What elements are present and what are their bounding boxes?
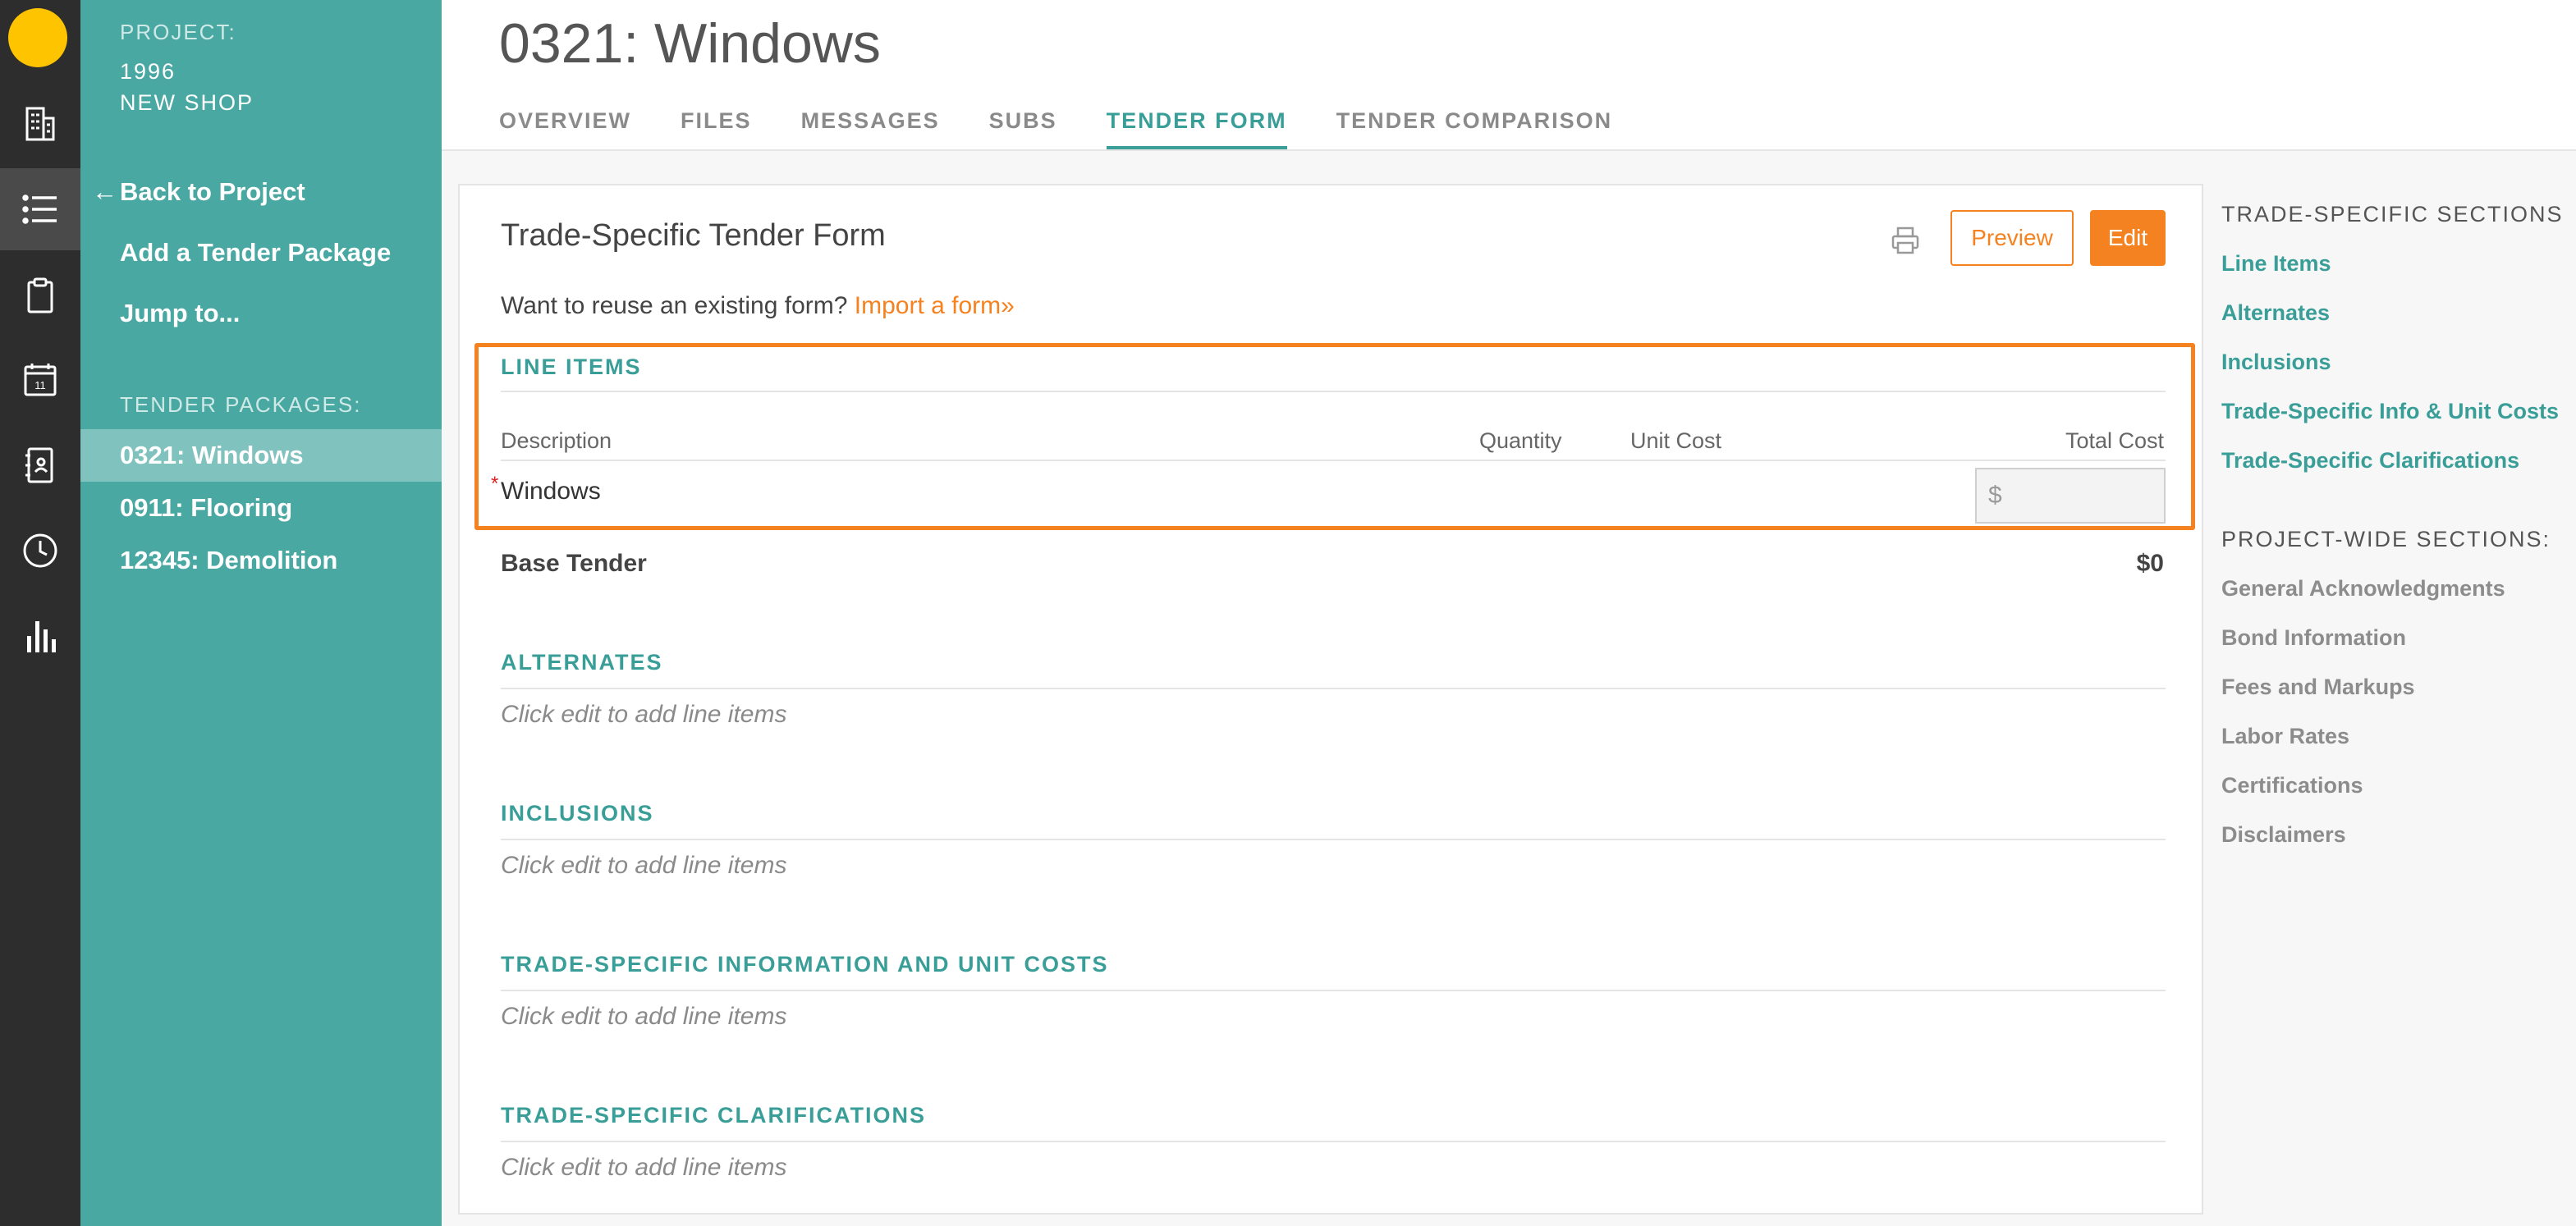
trade-info-heading: TRADE-SPECIFIC INFORMATION AND UNIT COST… bbox=[501, 952, 1109, 977]
currency-placeholder: $ bbox=[1988, 482, 2002, 509]
nav-link-trade-info[interactable]: Trade-Specific Info & Unit Costs bbox=[2221, 399, 2559, 424]
inclusions-empty-hint: Click edit to add line items bbox=[501, 852, 787, 879]
required-marker: * bbox=[491, 473, 499, 495]
base-tender-value: $0 bbox=[2136, 550, 2164, 577]
nav-link-fees-markups[interactable]: Fees and Markups bbox=[2221, 675, 2415, 700]
tab-tender-form[interactable]: TENDER FORM bbox=[1106, 108, 1287, 151]
section-divider bbox=[501, 1141, 2166, 1142]
table-header-divider bbox=[501, 460, 2166, 461]
tender-package-item[interactable]: 0321: Windows bbox=[80, 429, 442, 482]
clarifications-empty-hint: Click edit to add line items bbox=[501, 1154, 787, 1181]
column-header-total-cost: Total Cost bbox=[2065, 428, 2164, 453]
nav-link-trade-clarifications[interactable]: Trade-Specific Clarifications bbox=[2221, 448, 2519, 473]
section-divider bbox=[501, 391, 2166, 392]
total-cost-input[interactable]: $ bbox=[1975, 468, 2166, 524]
column-header-unit-cost: Unit Cost bbox=[1630, 428, 1722, 453]
print-icon[interactable] bbox=[1890, 225, 1921, 256]
form-title: Trade-Specific Tender Form bbox=[501, 218, 886, 253]
project-label: PROJECT: bbox=[120, 20, 236, 44]
column-header-description: Description bbox=[501, 428, 612, 453]
logo-icon[interactable] bbox=[8, 8, 67, 67]
reuse-text: Want to reuse an existing form? bbox=[501, 292, 848, 319]
section-divider bbox=[501, 688, 2166, 689]
project-sections-heading: PROJECT-WIDE SECTIONS: bbox=[2221, 527, 2551, 551]
clipboard-icon[interactable] bbox=[0, 254, 80, 336]
inclusions-heading: INCLUSIONS bbox=[501, 801, 654, 826]
project-name: NEW SHOP bbox=[120, 90, 254, 115]
tab-overview[interactable]: OVERVIEW bbox=[499, 108, 631, 151]
nav-link-line-items[interactable]: Line Items bbox=[2221, 251, 2331, 277]
alternates-heading: ALTERNATES bbox=[501, 650, 663, 675]
calendar-day: 11 bbox=[34, 379, 46, 391]
contacts-book-icon[interactable] bbox=[0, 424, 80, 506]
line-items-heading: LINE ITEMS bbox=[501, 355, 642, 379]
nav-link-inclusions[interactable]: Inclusions bbox=[2221, 350, 2331, 375]
nav-link-bond-information[interactable]: Bond Information bbox=[2221, 625, 2406, 651]
import-form-link[interactable]: Import a form» bbox=[855, 292, 1015, 319]
tab-files[interactable]: FILES bbox=[681, 108, 752, 151]
nav-link-certifications[interactable]: Certifications bbox=[2221, 773, 2363, 798]
list-icon[interactable] bbox=[0, 168, 80, 250]
arrow-left-icon: ← bbox=[92, 177, 117, 206]
project-sidebar: PROJECT: 1996 NEW SHOP ← Back to Project… bbox=[80, 0, 442, 1226]
tender-package-item[interactable]: 0911: Flooring bbox=[80, 482, 442, 534]
nav-link-disclaimers[interactable]: Disclaimers bbox=[2221, 822, 2346, 848]
section-divider bbox=[501, 990, 2166, 991]
clarifications-heading: TRADE-SPECIFIC CLARIFICATIONS bbox=[501, 1103, 926, 1128]
edit-button[interactable]: Edit bbox=[2090, 210, 2166, 266]
back-to-project-label: Back to Project bbox=[120, 177, 305, 206]
nav-link-general-acknowledgments[interactable]: General Acknowledgments bbox=[2221, 576, 2505, 602]
section-divider bbox=[501, 839, 2166, 840]
base-tender-label: Base Tender bbox=[501, 550, 647, 577]
tab-tender-comparison[interactable]: TENDER COMPARISON bbox=[1336, 108, 1613, 151]
alternates-empty-hint: Click edit to add line items bbox=[501, 701, 787, 728]
app-icon-rail: 11 bbox=[0, 0, 80, 1226]
bar-chart-icon[interactable] bbox=[0, 595, 80, 677]
tab-messages[interactable]: MESSAGES bbox=[801, 108, 940, 151]
back-to-project-link[interactable]: ← Back to Project bbox=[92, 177, 305, 207]
tab-subs[interactable]: SUBS bbox=[989, 108, 1057, 151]
tender-form-card: Trade-Specific Tender Form Preview Edit … bbox=[458, 184, 2203, 1215]
jump-to-link[interactable]: Jump to... bbox=[120, 299, 240, 328]
tender-packages-label: TENDER PACKAGES: bbox=[120, 392, 362, 417]
trade-sections-heading: TRADE-SPECIFIC SECTIONS bbox=[2221, 202, 2564, 226]
nav-link-labor-rates[interactable]: Labor Rates bbox=[2221, 724, 2349, 749]
calendar-icon[interactable]: 11 bbox=[0, 339, 80, 421]
building-icon[interactable] bbox=[0, 82, 80, 164]
column-header-quantity: Quantity bbox=[1479, 428, 1562, 453]
reuse-form-prompt: Want to reuse an existing form? Import a… bbox=[501, 292, 1015, 320]
tender-package-item[interactable]: 12345: Demolition bbox=[80, 534, 442, 587]
trade-info-empty-hint: Click edit to add line items bbox=[501, 1003, 787, 1030]
page-title: 0321: Windows bbox=[499, 12, 881, 75]
line-items-highlight bbox=[474, 343, 2195, 530]
project-number: 1996 bbox=[120, 59, 176, 84]
line-item-description: Windows bbox=[501, 478, 601, 505]
add-tender-package-link[interactable]: Add a Tender Package bbox=[120, 238, 391, 268]
clock-icon[interactable] bbox=[0, 510, 80, 592]
tab-bar: OVERVIEW FILES MESSAGES SUBS TENDER FORM… bbox=[499, 108, 1662, 151]
preview-button[interactable]: Preview bbox=[1950, 210, 2074, 266]
nav-link-alternates[interactable]: Alternates bbox=[2221, 300, 2330, 326]
